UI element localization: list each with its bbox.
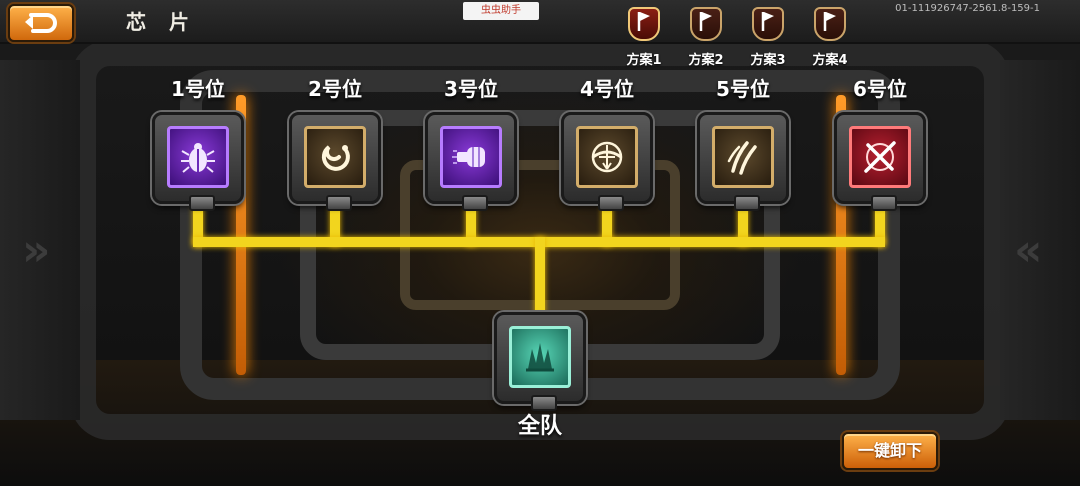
flag-shield-icon bbox=[752, 7, 784, 41]
page-title: 芯 片 bbox=[126, 10, 197, 34]
flag-shield-icon bbox=[690, 7, 722, 41]
beetle-icon bbox=[181, 143, 215, 173]
crossed-swords-icon bbox=[864, 141, 896, 173]
top-bar: 芯 片 虫虫助手 01-111926747-2561.8-159-1 bbox=[0, 0, 1080, 44]
slot-label-1: 1号位 bbox=[171, 77, 225, 101]
slot-label-4: 4号位 bbox=[580, 77, 634, 101]
plan-tab-3[interactable]: 方案3 bbox=[742, 7, 794, 68]
chip-slot-1[interactable] bbox=[152, 112, 244, 211]
plan-tab-2[interactable]: 方案2 bbox=[680, 7, 732, 68]
plan-tab-1[interactable]: 方案1 bbox=[618, 7, 670, 68]
swirl-icon bbox=[321, 145, 350, 171]
wall-right: « bbox=[1000, 60, 1080, 420]
chip-slot-5[interactable] bbox=[697, 112, 789, 211]
punch-fist-icon bbox=[452, 147, 485, 167]
team-label: 全队 bbox=[517, 414, 562, 439]
flag-shield-icon bbox=[814, 7, 846, 41]
slot-label-5: 5号位 bbox=[716, 77, 770, 101]
unload-all-button[interactable]: 一键卸下 bbox=[842, 432, 938, 470]
back-button[interactable] bbox=[8, 4, 74, 42]
watermark: 虫虫助手 bbox=[463, 2, 539, 20]
chip-slot-4[interactable] bbox=[561, 112, 653, 211]
claw-slash-icon bbox=[727, 141, 757, 175]
slot-label-2: 2号位 bbox=[308, 77, 362, 101]
chip-slot-6[interactable] bbox=[834, 112, 926, 211]
flag-shield-icon bbox=[628, 7, 660, 41]
wire-team bbox=[535, 237, 545, 317]
plan-tab-4[interactable]: 方案4 bbox=[804, 7, 856, 68]
chip-slot-3[interactable] bbox=[425, 112, 517, 211]
plan-label: 方案4 bbox=[812, 53, 848, 68]
wall-left: » bbox=[0, 60, 80, 420]
slot-label-3: 3号位 bbox=[444, 77, 498, 101]
slot-label-6: 6号位 bbox=[853, 77, 907, 101]
return-arrow-icon bbox=[25, 13, 57, 33]
chevron-left-icon: « bbox=[1014, 225, 1043, 276]
crossbow-target-icon bbox=[591, 141, 623, 173]
plan-label: 方案2 bbox=[688, 53, 724, 68]
version-text: 01-111926747-2561.8-159-1 bbox=[895, 3, 1040, 14]
spikes-crown-icon bbox=[526, 343, 554, 372]
chip-slot-2[interactable] bbox=[289, 112, 381, 211]
chip-slot-team[interactable] bbox=[494, 312, 586, 411]
plan-label: 方案3 bbox=[750, 53, 786, 68]
plan-label: 方案1 bbox=[626, 53, 662, 68]
chevron-right-icon: » bbox=[22, 225, 51, 276]
